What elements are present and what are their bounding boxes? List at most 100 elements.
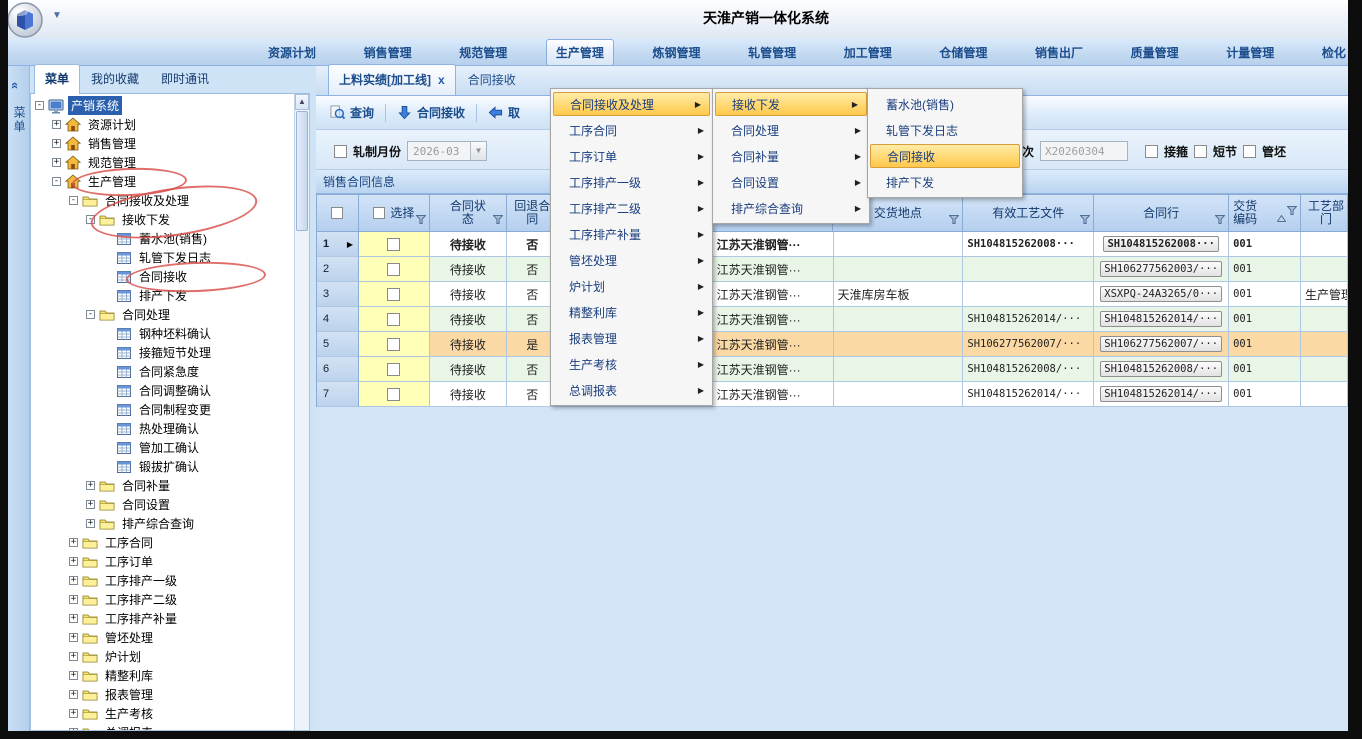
tree-node[interactable]: + 炉计划 xyxy=(31,647,309,666)
query-button[interactable]: 查询 xyxy=(326,101,378,124)
row-checkbox[interactable] xyxy=(387,363,400,376)
tree-expander[interactable]: + xyxy=(69,633,78,642)
menubar-item[interactable]: 炼钢管理 xyxy=(653,44,701,61)
row-number-cell[interactable]: 1 ▶ xyxy=(317,232,359,257)
menubar-item[interactable]: 规范管理 xyxy=(459,44,507,61)
contract-line-button[interactable]: SH106277562007/··· xyxy=(1100,336,1222,352)
table-row[interactable]: 2 ▶ 待接收 否 江苏天淮钢管··· SH106277562003/··· xyxy=(316,257,1348,282)
row-select-cell[interactable] xyxy=(359,332,430,357)
row-select-cell[interactable] xyxy=(359,282,430,307)
tab-hetong-jieshou[interactable]: 合同接收 xyxy=(458,65,526,95)
table-row[interactable]: 7 ▶ 待接收 否 江苏天淮钢管··· SH104815262014/··· S… xyxy=(316,382,1348,407)
tree-node[interactable]: 合同调整确认 xyxy=(31,381,309,400)
contract-line-button[interactable]: XSXPQ-24A3265/0··· xyxy=(1100,286,1222,302)
tree-node[interactable]: 热处理确认 xyxy=(31,419,309,438)
tree-node[interactable]: 合同制程变更 xyxy=(31,400,309,419)
menubar-item[interactable]: 销售管理 xyxy=(364,44,412,61)
scroll-up-icon[interactable]: ▲ xyxy=(295,94,309,110)
tree-node[interactable]: - 合同处理 xyxy=(31,305,309,324)
menu-item[interactable]: 合同接收 xyxy=(870,144,1020,168)
menu-item[interactable]: 工序合同 ▶ xyxy=(551,117,712,143)
tree-expander[interactable]: - xyxy=(35,101,44,110)
menu-item[interactable]: 管坯处理 ▶ xyxy=(551,247,712,273)
menu-item[interactable]: 合同处理 ▶ xyxy=(713,117,869,143)
tree-expander[interactable]: + xyxy=(69,652,78,661)
tree-expander[interactable]: + xyxy=(52,158,61,167)
menu-item[interactable]: 生产考核 ▶ xyxy=(551,351,712,377)
filter-funnel-icon[interactable] xyxy=(1080,214,1090,227)
contract-line-button[interactable]: SH104815262008··· xyxy=(1103,236,1218,252)
tree-node[interactable]: - 产销系统 xyxy=(31,96,309,115)
menubar-item[interactable]: 资源计划 xyxy=(268,44,316,61)
menubar-item[interactable]: 加工管理 xyxy=(844,44,892,61)
batch-input[interactable] xyxy=(1040,141,1128,161)
row-checkbox[interactable] xyxy=(387,313,400,326)
tree-node[interactable]: + 工序排产二级 xyxy=(31,590,309,609)
row-number-cell[interactable]: 3 ▶ xyxy=(317,282,359,307)
tree-expander[interactable]: + xyxy=(86,481,95,490)
tree-node[interactable]: + 报表管理 xyxy=(31,685,309,704)
menubar-item[interactable]: 销售出厂 xyxy=(1035,44,1083,61)
tree-node[interactable]: 合同紧急度 xyxy=(31,362,309,381)
cancel-receive-button[interactable]: 取 xyxy=(484,101,524,124)
filter-funnel-icon[interactable] xyxy=(1215,214,1225,227)
menu-item[interactable]: 排产综合查询 ▶ xyxy=(713,195,869,221)
row-checkbox[interactable] xyxy=(387,388,400,401)
scrollbar-thumb[interactable] xyxy=(296,111,308,231)
header-delivery-code[interactable]: 交货编码 xyxy=(1229,195,1301,232)
tree-node[interactable]: + 规范管理 xyxy=(31,153,309,172)
row-number-cell[interactable]: 4 ▶ xyxy=(317,307,359,332)
tree-node[interactable]: + 工序订单 xyxy=(31,552,309,571)
tab-shangliao-shiji[interactable]: 上料实绩[加工线] x xyxy=(328,64,456,95)
contract-line-button[interactable]: SH104815262008/··· xyxy=(1100,361,1222,377)
menu-item[interactable]: 合同补量 ▶ xyxy=(713,143,869,169)
row-checkbox[interactable] xyxy=(387,338,400,351)
jiegu-checkbox[interactable] xyxy=(1145,145,1158,158)
tree-node[interactable]: + 生产考核 xyxy=(31,704,309,723)
tree-expander[interactable]: + xyxy=(69,595,78,604)
menu-item[interactable]: 工序排产补量 ▶ xyxy=(551,221,712,247)
menu-item[interactable]: 炉计划 ▶ xyxy=(551,273,712,299)
table-row[interactable]: 5 ▶ 待接收 是 江苏天淮钢管··· SH106277562007/··· S… xyxy=(316,332,1348,357)
collapse-chevrons-icon[interactable]: « xyxy=(8,82,23,89)
table-row[interactable]: 1 ▶ 待接收 否 江苏天淮钢管··· SH104815262008··· SH… xyxy=(316,232,1348,257)
tree-expander[interactable]: + xyxy=(69,614,78,623)
select-all-checkbox[interactable] xyxy=(331,207,343,219)
tree-node[interactable]: + 合同补量 xyxy=(31,476,309,495)
filter-funnel-icon[interactable] xyxy=(493,214,503,227)
tree-scrollbar[interactable]: ▲ xyxy=(294,94,309,730)
tree-expander[interactable]: - xyxy=(86,310,95,319)
tree-node[interactable]: + 资源计划 xyxy=(31,115,309,134)
tree-node[interactable]: 钢种坯料确认 xyxy=(31,324,309,343)
header-select[interactable]: 选择 xyxy=(359,195,430,232)
menu-item[interactable]: 工序订单 ▶ xyxy=(551,143,712,169)
row-checkbox[interactable] xyxy=(387,263,400,276)
row-select-cell[interactable] xyxy=(359,307,430,332)
sidebar-tab[interactable]: 我的收藏 xyxy=(80,64,150,93)
tree-node[interactable]: + 精整利库 xyxy=(31,666,309,685)
header-status[interactable]: 合同状态 xyxy=(430,195,507,232)
column-checkbox[interactable] xyxy=(373,207,385,219)
menu-item[interactable]: 接收下发 ▶ xyxy=(715,92,867,116)
header-process-doc[interactable]: 有效工艺文件 xyxy=(963,195,1094,232)
table-row[interactable]: 4 ▶ 待接收 否 江苏天淮钢管··· SH104815262014/··· S… xyxy=(316,307,1348,332)
tree-expander[interactable]: + xyxy=(69,557,78,566)
tree-node[interactable]: 接箍短节处理 xyxy=(31,343,309,362)
tab-close-icon[interactable]: x xyxy=(438,75,445,85)
tree-expander[interactable]: - xyxy=(52,177,61,186)
tree-node[interactable]: + 合同设置 xyxy=(31,495,309,514)
row-number-cell[interactable]: 6 ▶ xyxy=(317,357,359,382)
table-row[interactable]: 6 ▶ 待接收 否 江苏天淮钢管··· SH104815262008/··· S… xyxy=(316,357,1348,382)
menu-item[interactable]: 合同设置 ▶ xyxy=(713,169,869,195)
row-select-cell[interactable] xyxy=(359,382,430,407)
menu-item[interactable]: 报表管理 ▶ xyxy=(551,325,712,351)
menubar-item[interactable]: 计量管理 xyxy=(1226,44,1274,61)
tree-expander[interactable]: + xyxy=(69,709,78,718)
tree-expander[interactable]: + xyxy=(52,120,61,129)
row-select-cell[interactable] xyxy=(359,257,430,282)
menu-item[interactable]: 轧管下发日志 xyxy=(868,117,1022,143)
tree-node[interactable]: 管加工确认 xyxy=(31,438,309,457)
header-process-dept[interactable]: 工艺部门 xyxy=(1301,195,1348,232)
sidebar-tab[interactable]: 菜单 xyxy=(34,64,80,94)
menu-item[interactable]: 工序排产二级 ▶ xyxy=(551,195,712,221)
